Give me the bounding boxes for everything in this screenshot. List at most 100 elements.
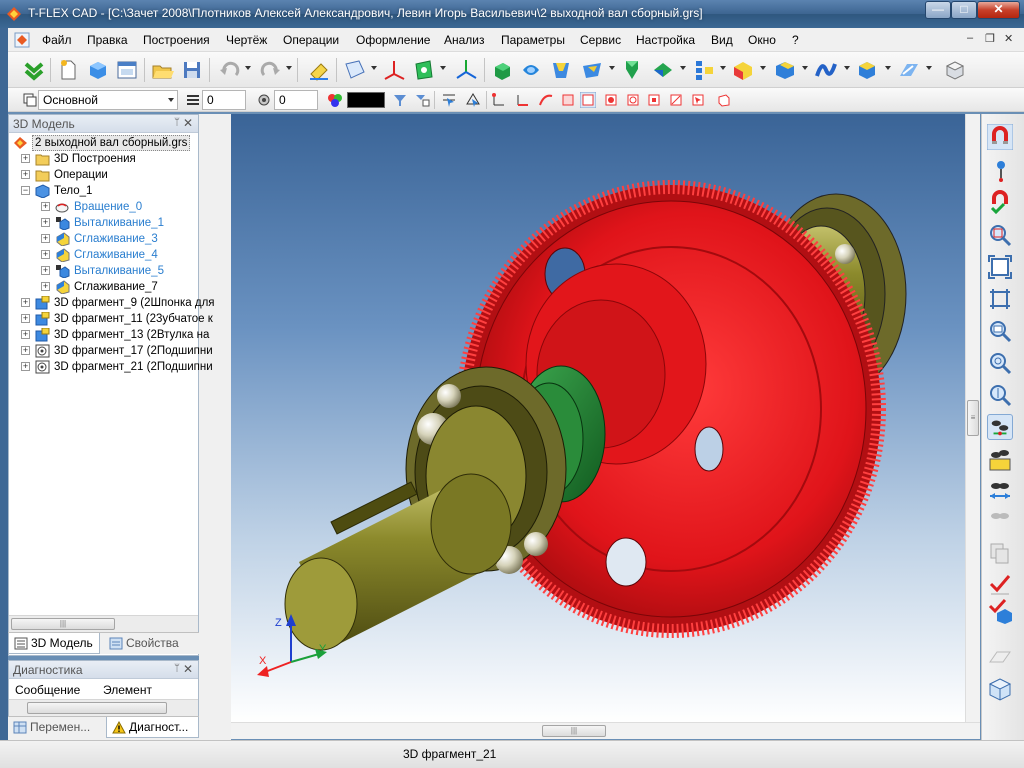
select-operation-icon[interactable] <box>603 92 619 108</box>
tree-item[interactable]: +3D фрагмент_13 (2Втулка на <box>13 327 209 343</box>
3d-node-dropdown-arrow[interactable] <box>440 66 446 70</box>
loft-icon[interactable] <box>549 58 573 82</box>
mdi-restore-button[interactable]: ❐ <box>985 32 995 45</box>
expand-icon[interactable]: + <box>41 266 50 275</box>
selector-list-icon[interactable] <box>414 92 430 108</box>
body-icon[interactable] <box>855 58 879 82</box>
snap-check-icon[interactable] <box>987 190 1013 216</box>
check-body-icon[interactable] <box>987 598 1013 624</box>
eraser-icon[interactable] <box>307 58 331 82</box>
expand-icon[interactable]: + <box>21 346 30 355</box>
minimize-button[interactable]: — <box>925 1 951 19</box>
chamfer-dropdown-arrow[interactable] <box>802 66 808 70</box>
fit-to-screen-icon[interactable] <box>987 254 1013 280</box>
3d-view-cube-icon[interactable] <box>987 676 1013 702</box>
tree-item[interactable]: +3D фрагмент_21 (2Подшипни <box>13 359 213 375</box>
collapse-icon[interactable]: − <box>21 186 30 195</box>
pan-icon[interactable] <box>987 286 1013 312</box>
expand-icon[interactable]: + <box>21 330 30 339</box>
select-edges-icon[interactable] <box>441 92 457 108</box>
scroll-thumb[interactable]: ||| <box>11 618 115 630</box>
menu-edit[interactable]: Правка <box>87 33 128 47</box>
rotation-icon[interactable] <box>519 58 543 82</box>
tree-item[interactable]: + Вращение_0 <box>13 199 198 215</box>
expand-icon[interactable]: + <box>41 234 50 243</box>
select-faces-icon[interactable] <box>465 92 481 108</box>
zoom-window-icon[interactable] <box>987 222 1013 248</box>
expand-icon[interactable]: + <box>21 154 30 163</box>
maximize-button[interactable]: □ <box>951 1 977 19</box>
menu-parameters[interactable]: Параметры <box>501 33 565 47</box>
expand-icon[interactable]: + <box>41 282 50 291</box>
menu-annotation[interactable]: Оформление <box>356 33 430 47</box>
tree-item[interactable]: + Сглаживание_4 <box>13 247 198 263</box>
tree-horizontal-scrollbar[interactable]: ||| <box>9 615 198 632</box>
menu-file[interactable]: Файл <box>42 33 72 47</box>
tree-item[interactable]: + Выталкивание_5 <box>13 263 198 279</box>
array-icon[interactable] <box>692 58 716 82</box>
undo-dropdown-arrow[interactable] <box>245 66 251 70</box>
extrusion-icon[interactable] <box>490 58 514 82</box>
tree-item[interactable]: +3D фрагмент_9 (2Шпонка для <box>13 295 215 311</box>
boolean-icon[interactable] <box>620 58 644 82</box>
save-icon[interactable] <box>180 58 204 82</box>
pin-icon[interactable]: ᛘ <box>174 663 180 674</box>
redo-dropdown-arrow[interactable] <box>286 66 292 70</box>
workplane-dropdown-arrow[interactable] <box>371 66 377 70</box>
layer-combo[interactable]: Основной <box>38 90 178 110</box>
new-3d-model-icon[interactable] <box>86 58 110 82</box>
zoom-in-icon[interactable] <box>987 318 1013 344</box>
expand-icon[interactable]: + <box>41 218 50 227</box>
menu-settings[interactable]: Настройка <box>636 33 695 47</box>
new-drawing-icon[interactable] <box>115 58 139 82</box>
filter-icon[interactable] <box>392 92 408 108</box>
3d-viewport[interactable]: Z X Y <box>231 114 965 722</box>
zoom-out-icon[interactable] <box>987 350 1013 376</box>
select-face-icon[interactable] <box>560 92 576 108</box>
tree-item[interactable]: + Выталкивание_1 <box>13 215 198 231</box>
tree-item[interactable]: +3D Построения <box>13 151 198 167</box>
select-vertex-icon[interactable] <box>491 92 507 108</box>
select-loop-icon[interactable] <box>625 92 641 108</box>
body-dropdown-arrow[interactable] <box>885 66 891 70</box>
expand-icon[interactable]: + <box>21 362 30 371</box>
select-edge-icon[interactable] <box>515 92 531 108</box>
tree-item[interactable]: +3D фрагмент_11 (23убчатое к <box>13 311 213 327</box>
expand-icon[interactable]: + <box>41 202 50 211</box>
sheet-metal-icon[interactable] <box>897 58 921 82</box>
expand-icon[interactable]: + <box>21 314 30 323</box>
pin-icon[interactable]: ᛘ <box>174 117 180 128</box>
sweep-dropdown-arrow[interactable] <box>609 66 615 70</box>
3d-node-icon[interactable] <box>412 58 436 82</box>
lcs-icon[interactable] <box>454 58 478 82</box>
snap-magnet-icon[interactable] <box>987 124 1013 150</box>
column-header-element[interactable]: Элемент <box>103 683 152 697</box>
menu-construct[interactable]: Построения <box>143 33 210 47</box>
color-swatch[interactable] <box>347 92 385 108</box>
menu-view[interactable]: Вид <box>711 33 733 47</box>
redo-icon[interactable] <box>258 58 282 82</box>
shell-dropdown-arrow[interactable] <box>760 66 766 70</box>
menu-service[interactable]: Сервис <box>580 33 621 47</box>
workplane-icon[interactable] <box>343 58 367 82</box>
pin-tool-icon[interactable] <box>987 158 1013 184</box>
scroll-thumb[interactable] <box>27 702 167 714</box>
select-element-icon[interactable] <box>668 92 684 108</box>
fillet-dropdown-arrow[interactable] <box>680 66 686 70</box>
confirm-icon[interactable] <box>22 58 46 82</box>
viewport-horizontal-scrollbar[interactable]: ||| <box>231 722 980 739</box>
expand-icon[interactable]: + <box>21 170 30 179</box>
tree-item[interactable]: 2 выходной вал сборный.grs <box>13 135 198 151</box>
chamfer-icon[interactable] <box>773 58 797 82</box>
menu-analysis[interactable]: Анализ <box>444 33 485 47</box>
scroll-thumb[interactable]: ≡ <box>967 400 979 436</box>
scroll-thumb[interactable]: ||| <box>542 725 606 737</box>
expand-icon[interactable]: + <box>21 298 30 307</box>
rotate-view-icon[interactable] <box>987 414 1013 440</box>
undo-icon[interactable] <box>218 58 242 82</box>
new-document-icon[interactable] <box>56 58 80 82</box>
tab-diagnostics[interactable]: Диагност... <box>106 717 199 738</box>
tab-3d-model[interactable]: 3D Модель <box>8 633 100 654</box>
menu-operations[interactable]: Операции <box>283 33 339 47</box>
array-dropdown-arrow[interactable] <box>720 66 726 70</box>
